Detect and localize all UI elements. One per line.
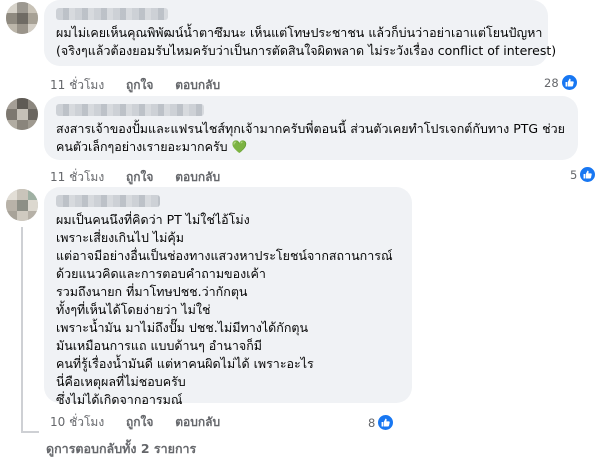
comment-line: สงสารเจ้าของปั้มและแฟรนไชส์ทุกเจ้ามากครั… xyxy=(56,121,565,136)
reply-button[interactable]: ตอบกลับ xyxy=(175,170,220,184)
comment-bubble: ผมเป็นคนนึงที่คิดว่า PT ไม่ใช่ไอ้โม่ง เพ… xyxy=(44,187,412,407)
comment-line: คนตัวเล็กๆอย่างเรายอะมากครับ 💚 xyxy=(56,139,248,154)
comment-meta: 11 ชั่วโมง ถูกใจ ตอบกลับ xyxy=(50,76,238,95)
timestamp[interactable]: 10 ชั่วโมง xyxy=(50,415,104,429)
comment-line: แต่อาจมีอย่างอื่นเป็นช่องทางแสวงหาประโยช… xyxy=(56,248,393,263)
comment-text: สงสารเจ้าของปั้มและแฟรนไชส์ทุกเจ้ามากครั… xyxy=(56,120,565,156)
like-button[interactable]: ถูกใจ xyxy=(126,170,153,184)
avatar[interactable] xyxy=(6,189,38,221)
comment-line: (จริงๆแล้วต้องยอมรับไหมครับว่าเป็นการตัด… xyxy=(56,43,557,58)
like-icon xyxy=(561,75,577,90)
commenter-name[interactable] xyxy=(56,104,204,116)
comment-line: ด้วยแนวคิดและการตอบคำถามของเค้า xyxy=(56,266,266,281)
comment-line: คนที่รู้เรื่องน้ำมันดี แต่หาคนผิดไม่ได้ … xyxy=(56,356,314,371)
comment-line: ผมไม่เคยเห็นคุณพิพัฒน์น้ำตาซึมนะ เห็นแต่… xyxy=(56,25,543,40)
comment-meta: 10 ชั่วโมง ถูกใจ ตอบกลับ xyxy=(50,413,238,432)
thread-line xyxy=(21,431,39,433)
comment-line: ผมเป็นคนนึงที่คิดว่า PT ไม่ใช่ไอ้โม่ง xyxy=(56,212,250,227)
avatar[interactable] xyxy=(6,98,38,130)
reaction-count-number: 8 xyxy=(368,415,376,430)
reply-button[interactable]: ตอบกลับ xyxy=(175,415,220,429)
like-button[interactable]: ถูกใจ xyxy=(126,415,153,429)
like-button[interactable]: ถูกใจ xyxy=(126,78,153,92)
commenter-name[interactable] xyxy=(56,195,160,207)
comment-meta: 11 ชั่วโมง ถูกใจ ตอบกลับ xyxy=(50,168,238,187)
reaction-count[interactable]: 8 xyxy=(368,415,394,430)
timestamp[interactable]: 11 ชั่วโมง xyxy=(50,170,104,184)
comment-line: รวมถึงนายก ที่มาโทษปชช.ว่ากักตุน xyxy=(56,284,248,299)
comment-bubble: สงสารเจ้าของปั้มและแฟรนไชส์ทุกเจ้ามากครั… xyxy=(44,96,578,160)
comment-line: ซึ่งไม่ได้เกิดจากอารมณ์ xyxy=(56,392,183,407)
comment-text: ผมเป็นคนนึงที่คิดว่า PT ไม่ใช่ไอ้โม่ง เพ… xyxy=(56,211,393,409)
comment-bubble: ผมไม่เคยเห็นคุณพิพัฒน์น้ำตาซึมนะ เห็นแต่… xyxy=(44,0,556,66)
timestamp[interactable]: 11 ชั่วโมง xyxy=(50,78,104,92)
reaction-count-number: 5 xyxy=(570,167,578,182)
like-icon xyxy=(580,167,596,182)
view-more-replies-link[interactable]: ดูการตอบกลับทั้ง 2 รายการ xyxy=(46,439,196,459)
like-icon xyxy=(378,415,394,430)
thread-line xyxy=(21,227,23,433)
comment-3: ผมเป็นคนนึงที่คิดว่า PT ไม่ใช่ไอ้โม่ง เพ… xyxy=(0,187,600,461)
comment-line: เพราะเสี่ยงเกินไป ไม่คุ้ม xyxy=(56,230,184,245)
reaction-count[interactable]: 28 xyxy=(544,75,577,90)
comment-line: ทั้งๆที่เห็นได้โดยง่ายว่า ไม่ใช่ xyxy=(56,302,211,317)
comment-text: ผมไม่เคยเห็นคุณพิพัฒน์น้ำตาซึมนะ เห็นแต่… xyxy=(56,24,556,60)
comment-line: นี่คือเหตุผลที่ไม่ชอบครับ xyxy=(56,374,186,389)
comment-1: ผมไม่เคยเห็นคุณพิพัฒน์น้ำตาซึมนะ เห็นแต่… xyxy=(0,0,600,95)
commenter-name[interactable] xyxy=(56,8,168,20)
reply-button[interactable]: ตอบกลับ xyxy=(175,78,220,92)
reaction-count[interactable]: 5 xyxy=(570,167,596,182)
reaction-count-number: 28 xyxy=(544,75,559,90)
comment-line: มันเหมือนการแถ แบบด้านๆ อำนาจก็มี xyxy=(56,338,263,353)
comment-line: เพราะน้ำมัน มาไม่ถึงปั๊ม ปชช.ไม่มีทางได้… xyxy=(56,320,309,335)
comment-2: สงสารเจ้าของปั้มและแฟรนไชส์ทุกเจ้ามากครั… xyxy=(0,96,600,186)
avatar[interactable] xyxy=(6,2,38,34)
